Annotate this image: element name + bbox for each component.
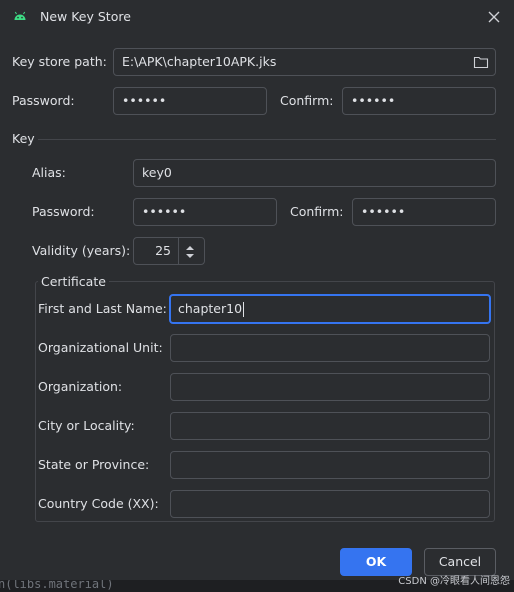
first-last-name-field[interactable]: chapter10: [169, 294, 491, 324]
alias-value: key0: [142, 165, 172, 180]
keystore-path-field[interactable]: E:\APK\chapter10APK.jks: [113, 48, 496, 76]
key-password-label: Password:: [32, 204, 95, 219]
keystore-password-field[interactable]: ••••••: [113, 87, 267, 115]
android-icon: [13, 9, 27, 23]
cancel-button-label: Cancel: [438, 554, 482, 569]
keystore-path-label: Key store path:: [12, 54, 107, 69]
window-title: New Key Store: [40, 9, 131, 24]
text-caret: [243, 302, 245, 317]
folder-icon[interactable]: [473, 55, 489, 69]
country-code-label: Country Code (XX):: [38, 496, 159, 511]
organization-field[interactable]: [170, 373, 490, 401]
keystore-confirm-field[interactable]: ••••••: [342, 87, 496, 115]
spinner-arrows-icon[interactable]: [185, 243, 195, 259]
watermark-text: CSDN @冷眼看人间恩怨: [398, 576, 510, 587]
ok-button-label: OK: [365, 554, 387, 569]
validity-label: Validity (years):: [32, 243, 131, 258]
title-bar: New Key Store: [0, 0, 514, 34]
keystore-path-value: E:\APK\chapter10APK.jks: [122, 54, 277, 69]
org-unit-label: Organizational Unit:: [38, 340, 163, 355]
validity-spinner[interactable]: 25: [133, 237, 205, 265]
key-confirm-label: Confirm:: [290, 204, 344, 219]
spinner-divider: [178, 238, 179, 264]
close-icon[interactable]: [487, 10, 501, 24]
org-unit-field[interactable]: [170, 334, 490, 362]
city-label: City or Locality:: [38, 418, 135, 433]
keystore-confirm-value: ••••••: [351, 93, 396, 108]
alias-label: Alias:: [32, 165, 66, 180]
keystore-password-label: Password:: [12, 93, 75, 108]
state-label: State or Province:: [38, 457, 150, 472]
city-field[interactable]: [170, 412, 490, 440]
state-field[interactable]: [170, 451, 490, 479]
validity-value: 25: [155, 243, 171, 258]
first-last-name-label: First and Last Name:: [38, 301, 167, 316]
keystore-confirm-label: Confirm:: [280, 93, 334, 108]
country-code-field[interactable]: [170, 490, 490, 518]
key-section-label: Key: [12, 131, 35, 146]
certificate-group-label: Certificate: [38, 274, 109, 290]
key-section-divider: [38, 139, 496, 140]
keystore-password-value: ••••••: [122, 93, 167, 108]
organization-label: Organization:: [38, 379, 123, 394]
background-code-text: n(libs.material): [0, 580, 114, 591]
first-last-name-value: chapter10: [178, 301, 243, 316]
key-confirm-value: ••••••: [361, 204, 406, 219]
key-password-value: ••••••: [142, 204, 187, 219]
alias-field[interactable]: key0: [133, 159, 496, 187]
key-password-field[interactable]: ••••••: [133, 198, 277, 226]
key-confirm-field[interactable]: ••••••: [352, 198, 496, 226]
